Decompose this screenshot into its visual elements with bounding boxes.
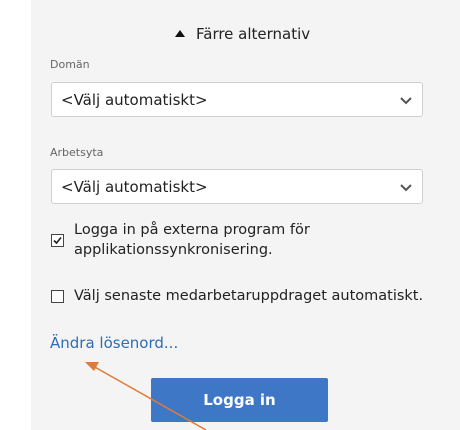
- external-login-option: Logga in på externa program för applikat…: [51, 220, 351, 260]
- fewer-options-toggle[interactable]: Färre alternativ: [174, 24, 310, 44]
- domain-select-value: <Välj automatiskt>: [61, 90, 208, 109]
- auto-assignment-checkbox[interactable]: [51, 290, 64, 303]
- fewer-options-label: Färre alternativ: [196, 25, 311, 43]
- change-password-link[interactable]: Ändra lösenord...: [50, 334, 178, 352]
- login-button[interactable]: Logga in: [151, 378, 328, 422]
- checkmark-icon: [53, 236, 62, 245]
- external-login-checkbox[interactable]: [51, 234, 64, 247]
- chevron-up-icon: [175, 30, 185, 37]
- workspace-select[interactable]: <Välj automatiskt>: [51, 169, 423, 204]
- auto-assignment-label: Välj senaste medarbetaruppdraget automat…: [74, 288, 424, 304]
- login-options-panel: [31, 0, 460, 430]
- workspace-select-value: <Välj automatiskt>: [61, 177, 208, 196]
- chevron-down-icon: [400, 97, 412, 105]
- domain-label: Domän: [50, 58, 90, 71]
- workspace-label: Arbetsyta: [50, 146, 104, 159]
- chevron-down-icon: [400, 184, 412, 192]
- auto-assignment-option: Välj senaste medarbetaruppdraget automat…: [51, 286, 451, 306]
- external-login-label: Logga in på externa program för applikat…: [74, 222, 310, 258]
- domain-select[interactable]: <Välj automatiskt>: [51, 82, 423, 117]
